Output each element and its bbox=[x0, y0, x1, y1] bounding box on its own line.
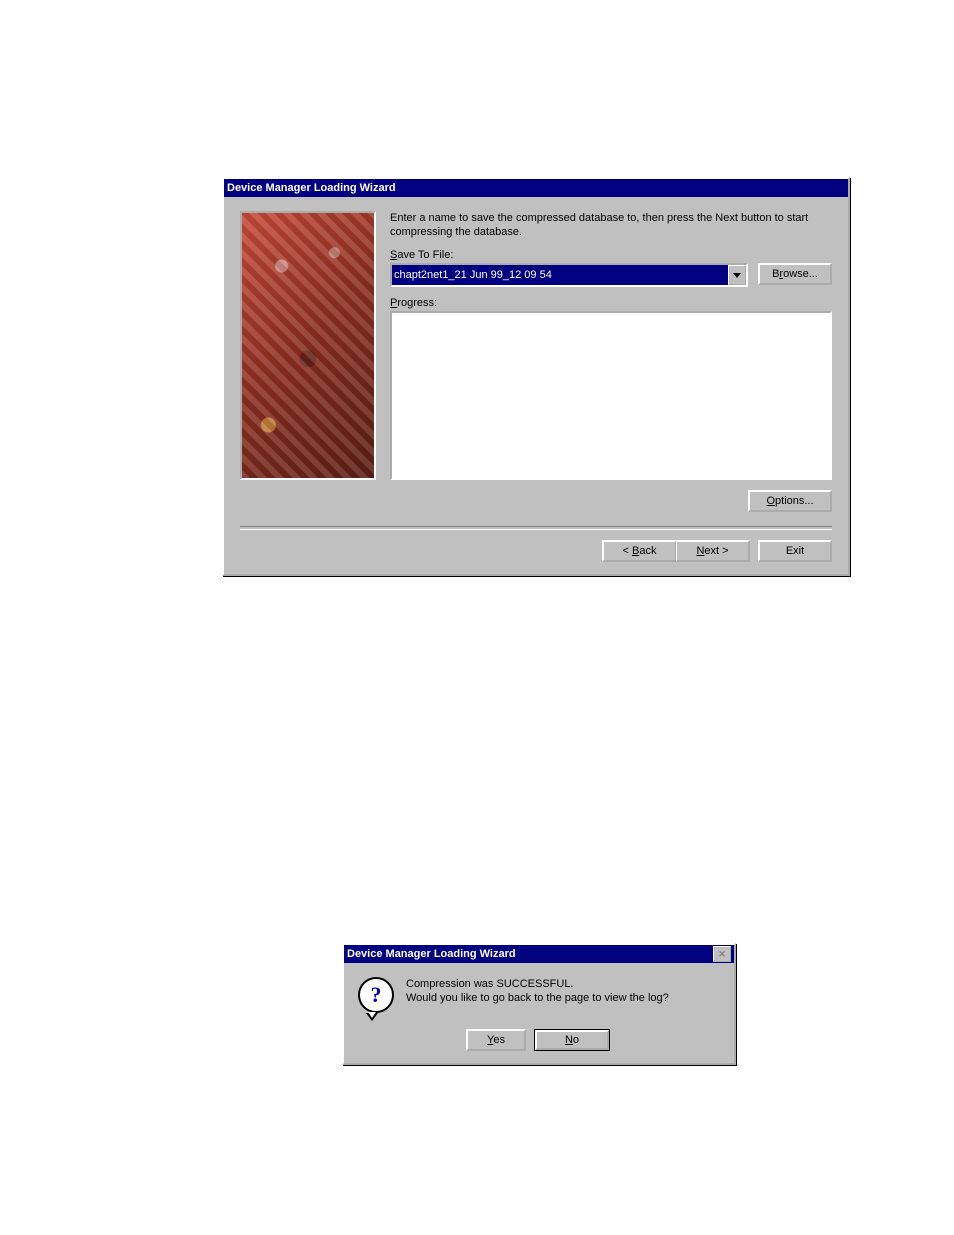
no-button[interactable]: No bbox=[534, 1029, 610, 1051]
messagebox-title: Device Manager Loading Wizard bbox=[347, 948, 711, 960]
speech-tail-icon bbox=[366, 1013, 378, 1021]
separator bbox=[240, 526, 832, 530]
wizard-window: Device Manager Loading Wizard Enter a na… bbox=[222, 177, 850, 576]
progress-textarea[interactable] bbox=[390, 311, 832, 480]
close-button[interactable]: ✕ bbox=[713, 946, 731, 962]
wizard-columns: Enter a name to save the compressed data… bbox=[240, 211, 832, 480]
messagebox-body: Compression was SUCCESSFUL. Would you li… bbox=[344, 963, 734, 1063]
back-button[interactable]: < Back bbox=[602, 540, 676, 562]
options-button[interactable]: Options... bbox=[748, 490, 832, 512]
messagebox-content-row: Compression was SUCCESSFUL. Would you li… bbox=[358, 977, 718, 1013]
wizard-right-column: Enter a name to save the compressed data… bbox=[390, 211, 832, 480]
wizard-instructions: Enter a name to save the compressed data… bbox=[390, 211, 832, 239]
messagebox-buttons: Yes No bbox=[358, 1029, 718, 1051]
progress-label: Progress: bbox=[390, 297, 832, 309]
next-button[interactable]: Next > bbox=[676, 540, 750, 562]
messagebox-text: Compression was SUCCESSFUL. Would you li… bbox=[406, 977, 669, 1005]
wizard-illustration bbox=[240, 211, 376, 480]
exit-button[interactable]: Exit bbox=[758, 540, 832, 562]
back-next-pair: < Back Next > bbox=[602, 540, 750, 562]
yes-button[interactable]: Yes bbox=[466, 1029, 526, 1051]
save-to-file-label: Save To File: bbox=[390, 249, 832, 261]
messagebox-titlebar: Device Manager Loading Wizard ✕ bbox=[344, 945, 734, 963]
messagebox-line2: Would you like to go back to the page to… bbox=[406, 991, 669, 1005]
messagebox-line1: Compression was SUCCESSFUL. bbox=[406, 977, 669, 991]
question-icon-wrap bbox=[358, 977, 394, 1013]
save-file-input[interactable] bbox=[392, 265, 728, 285]
wizard-title: Device Manager Loading Wizard bbox=[227, 182, 845, 194]
wizard-nav-row: < Back Next > Exit bbox=[240, 540, 832, 562]
browse-button[interactable]: Browse... bbox=[758, 263, 832, 285]
question-icon bbox=[358, 977, 394, 1013]
messagebox-window: Device Manager Loading Wizard ✕ Compress… bbox=[342, 943, 736, 1065]
wizard-body: Enter a name to save the compressed data… bbox=[224, 197, 848, 574]
chevron-down-icon bbox=[733, 273, 741, 278]
save-file-row: Browse... bbox=[390, 263, 832, 287]
options-row: Options... bbox=[240, 490, 832, 512]
close-icon: ✕ bbox=[718, 949, 726, 960]
save-file-combo[interactable] bbox=[390, 263, 748, 287]
save-file-dropdown-button[interactable] bbox=[728, 265, 746, 285]
wizard-titlebar: Device Manager Loading Wizard bbox=[224, 179, 848, 197]
